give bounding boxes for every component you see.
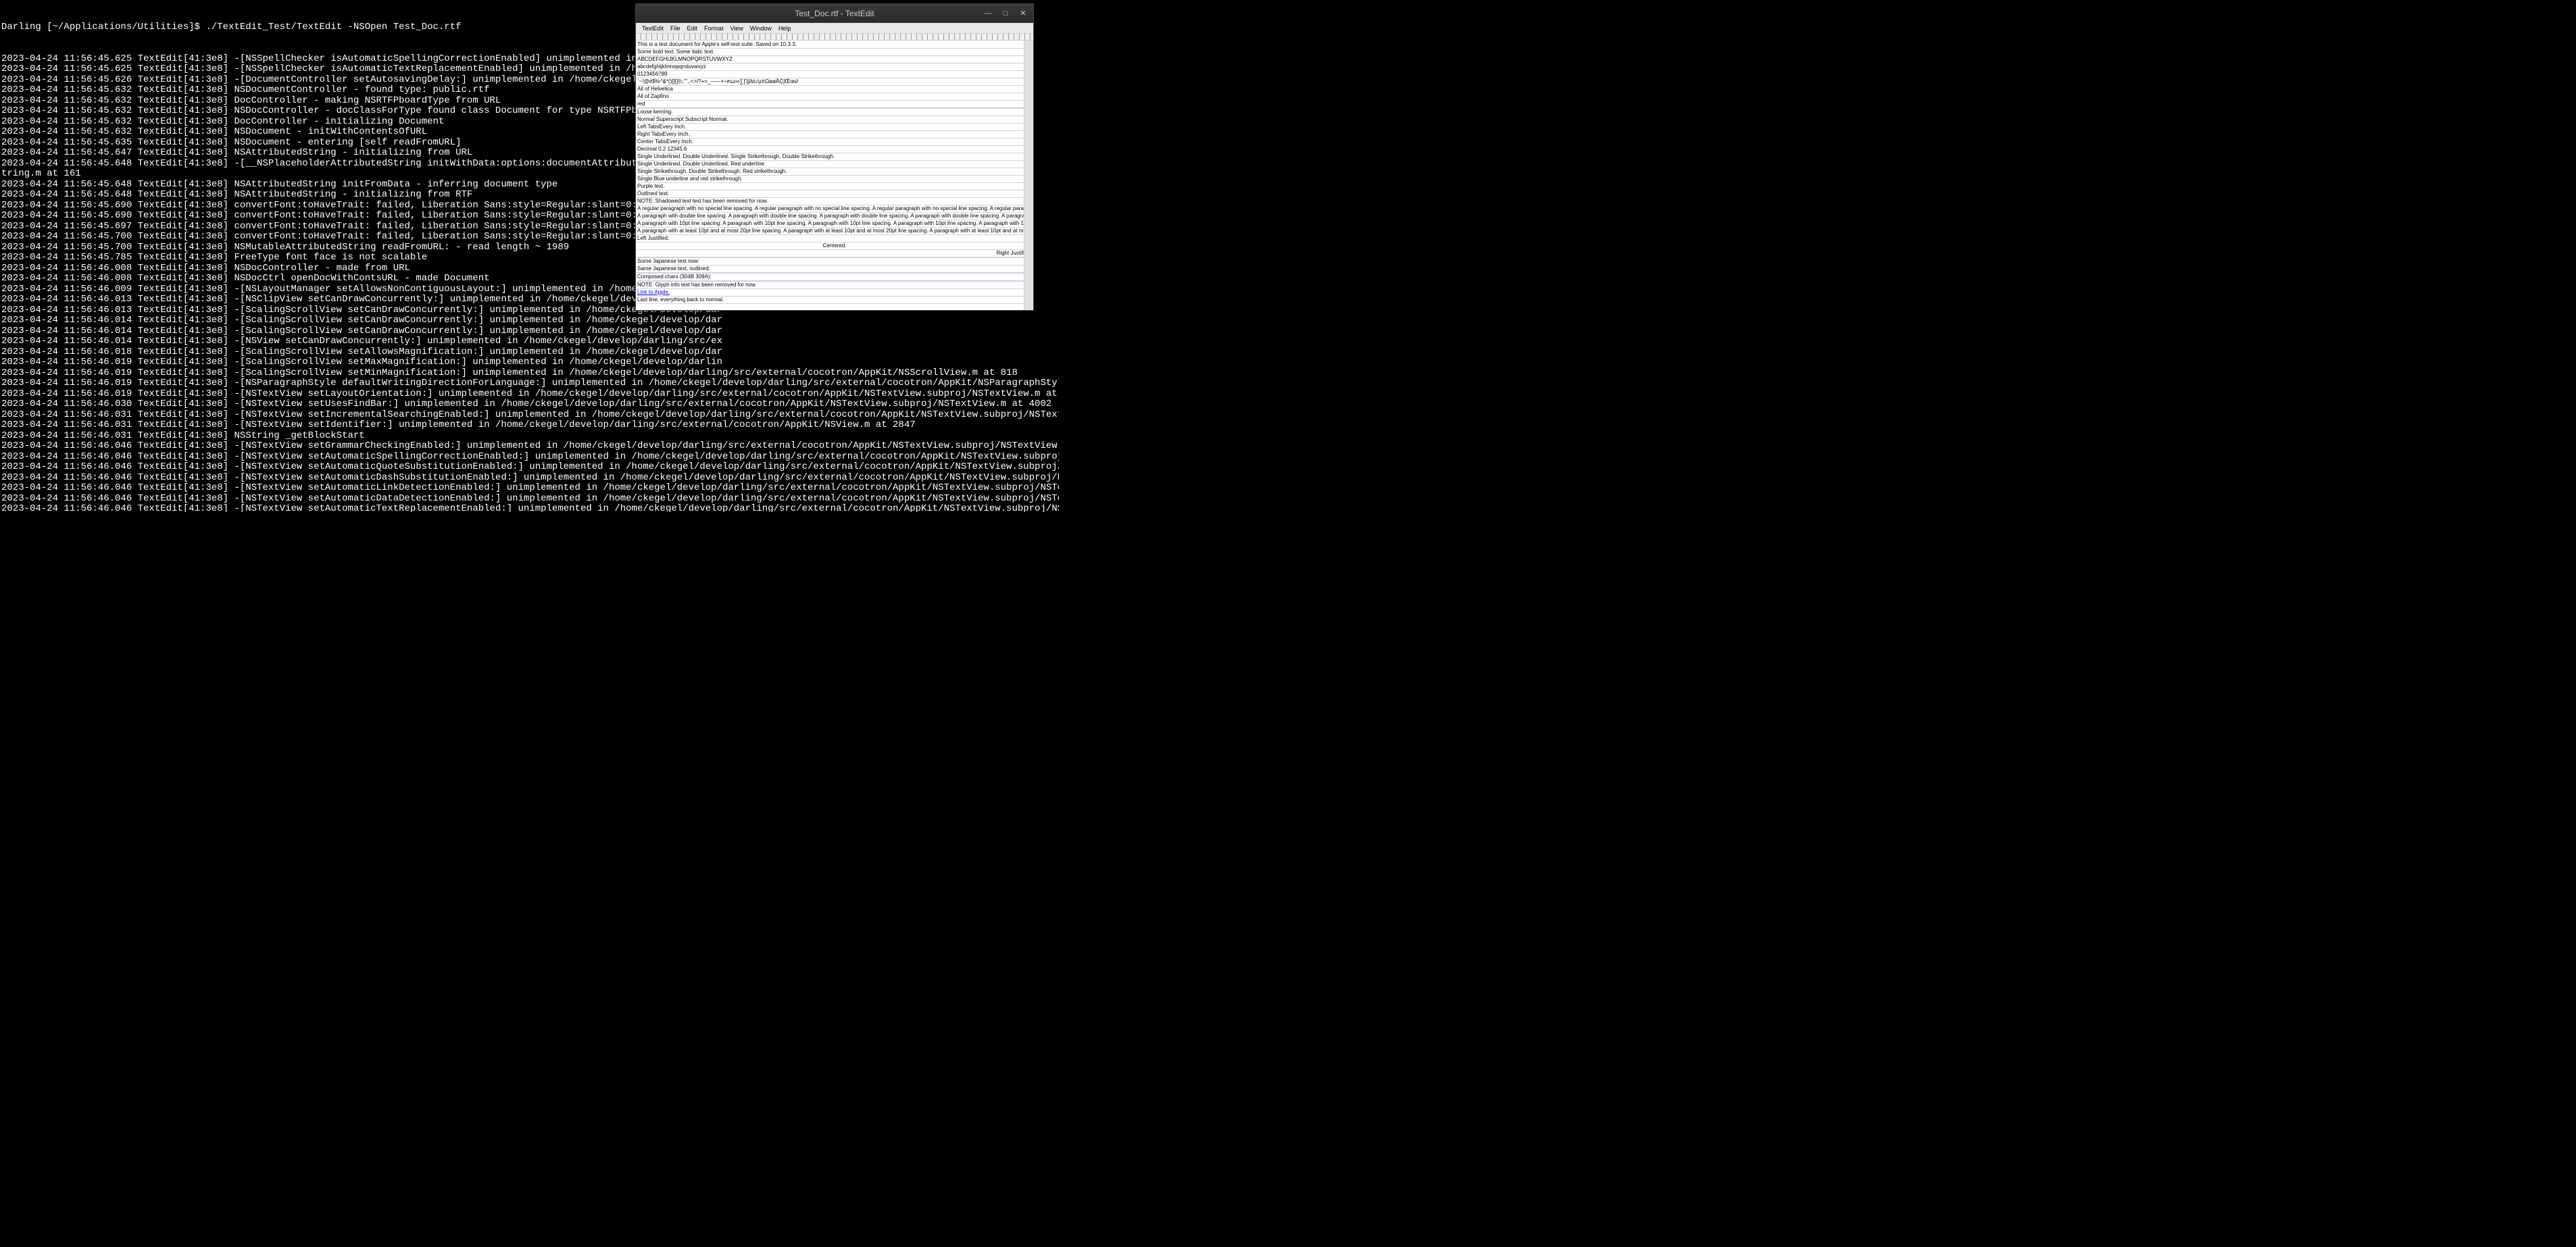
- doc-line: A paragraph with double line spacing. A …: [637, 213, 1032, 220]
- log-line: 2023-04-24 11:56:46.046 TextEdit[41:3e8]…: [1, 462, 1058, 473]
- doc-line: A paragraph with 10pt line spacing. A pa…: [637, 220, 1032, 228]
- doc-line: A regular paragraph with no special line…: [637, 205, 1032, 213]
- doc-line: Right TabsEvery Inch.: [637, 131, 1032, 138]
- menu-help[interactable]: Help: [775, 25, 795, 32]
- minimize-button[interactable]: —: [983, 9, 993, 18]
- log-line: 2023-04-24 11:56:46.019 TextEdit[41:3e8]…: [1, 378, 1058, 389]
- menu-textedit[interactable]: TextEdit: [639, 25, 667, 32]
- log-line: 2023-04-24 11:56:46.046 TextEdit[41:3e8]…: [1, 452, 1058, 463]
- doc-line: Decimal 0.2 12345.6: [637, 146, 1032, 153]
- log-line: 2023-04-24 11:56:46.046 TextEdit[41:3e8]…: [1, 473, 1058, 484]
- textedit-window: Test_Doc.rtf - TextEdit — □ ✕ TextEditFi…: [635, 3, 1034, 311]
- doc-line: Last line, everything back to normal.: [637, 297, 1032, 304]
- doc-line: A paragraph with at least 10pt and at mo…: [637, 228, 1032, 235]
- doc-line: Outlined text.: [637, 190, 1032, 198]
- doc-line: Some bold text. Some italic text.: [637, 49, 1032, 56]
- log-line: 2023-04-24 11:56:46.046 TextEdit[41:3e8]…: [1, 483, 1058, 494]
- log-line: 2023-04-24 11:56:46.019 TextEdit[41:3e8]…: [1, 368, 1058, 379]
- log-line: 2023-04-24 11:56:46.046 TextEdit[41:3e8]…: [1, 494, 1058, 505]
- log-line: 2023-04-24 11:56:46.031 TextEdit[41:3e8]…: [1, 410, 1058, 421]
- menu-view[interactable]: View: [727, 25, 747, 32]
- log-line: 2023-04-24 11:56:46.018 TextEdit[41:3e8]…: [1, 347, 1058, 358]
- menu-window[interactable]: Window: [747, 25, 775, 32]
- log-line: 2023-04-24 11:56:46.030 TextEdit[41:3e8]…: [1, 399, 1058, 410]
- doc-line: Link to Apple.: [637, 289, 1032, 297]
- log-line: 2023-04-24 11:56:46.019 TextEdit[41:3e8]…: [1, 389, 1058, 400]
- ruler[interactable]: [636, 34, 1033, 41]
- doc-line: Single Strikethrough. Double Strikethrou…: [637, 168, 1032, 176]
- doc-line: Left Justified.: [637, 235, 1032, 243]
- doc-line: Composed chars (304B 309A):: [637, 274, 1032, 281]
- doc-line: Purple text.: [637, 183, 1032, 190]
- doc-line: ABCDEFGHIJKLMNOPQRSTUVWXYZ: [637, 56, 1032, 63]
- doc-line: Centered.: [637, 243, 1032, 250]
- vertical-scrollbar[interactable]: [1024, 41, 1033, 310]
- close-button[interactable]: ✕: [1018, 9, 1028, 18]
- doc-line: Same Japanese text, outlined:: [637, 265, 1032, 273]
- log-line: 2023-04-24 11:56:46.019 TextEdit[41:3e8]…: [1, 357, 1058, 368]
- doc-line: Some Japanese text now:: [637, 258, 1032, 265]
- menubar: TextEditFileEditFormatViewWindowHelp: [636, 23, 1033, 34]
- doc-line: Single Blue underline and red strikethro…: [637, 176, 1032, 183]
- doc-line: abcdefghijklmnopqrstuvwxyz: [637, 63, 1032, 71]
- doc-line: Left TabsEvery Inch.: [637, 124, 1032, 131]
- doc-line: `~!@#$%^&*()[]{}|\;:'",.<>/?+=_-–—×÷≠≤≥∞…: [637, 78, 1032, 86]
- doc-line: Normal Superscript Subscript Normal.: [637, 116, 1032, 124]
- doc-line: 0123456789: [637, 71, 1032, 78]
- maximize-button[interactable]: □: [1001, 9, 1010, 18]
- doc-line: Single Underlined. Double Underlined. Si…: [637, 153, 1032, 161]
- doc-line: This is a test document for Apple's self…: [637, 41, 1032, 49]
- log-line: 2023-04-24 11:56:46.046 TextEdit[41:3e8]…: [1, 504, 1058, 512]
- doc-line: Right Justified.: [637, 250, 1032, 257]
- menu-file[interactable]: File: [667, 25, 684, 32]
- titlebar[interactable]: Test_Doc.rtf - TextEdit — □ ✕: [636, 4, 1033, 23]
- doc-line: All of Zapfino: [637, 93, 1032, 101]
- menu-format[interactable]: Format: [701, 25, 727, 32]
- log-line: 2023-04-24 11:56:46.014 TextEdit[41:3e8]…: [1, 315, 1058, 326]
- document-area[interactable]: This is a test document for Apple's self…: [636, 41, 1033, 310]
- log-line: 2023-04-24 11:56:46.031 TextEdit[41:3e8]…: [1, 431, 1058, 442]
- log-line: 2023-04-24 11:56:46.046 TextEdit[41:3e8]…: [1, 441, 1058, 452]
- doc-line: Center TabsEvery Inch.: [637, 138, 1032, 146]
- window-title: Test_Doc.rtf - TextEdit: [795, 9, 874, 18]
- doc-line: NOTE: Glyph info test has been removed f…: [637, 282, 1032, 289]
- doc-line: Loose kerning.: [637, 109, 1032, 116]
- doc-line: Single Underlined. Double Underlined. Re…: [637, 161, 1032, 168]
- log-line: 2023-04-24 11:56:46.014 TextEdit[41:3e8]…: [1, 336, 1058, 347]
- doc-line: All of Helvetica: [637, 86, 1032, 93]
- menu-edit[interactable]: Edit: [684, 25, 701, 32]
- doc-line: NOTE: Shadowed text test has been remove…: [637, 198, 1032, 205]
- doc-line: red: [637, 101, 1032, 108]
- log-line: 2023-04-24 11:56:46.031 TextEdit[41:3e8]…: [1, 420, 1058, 431]
- log-line: 2023-04-24 11:56:46.014 TextEdit[41:3e8]…: [1, 326, 1058, 337]
